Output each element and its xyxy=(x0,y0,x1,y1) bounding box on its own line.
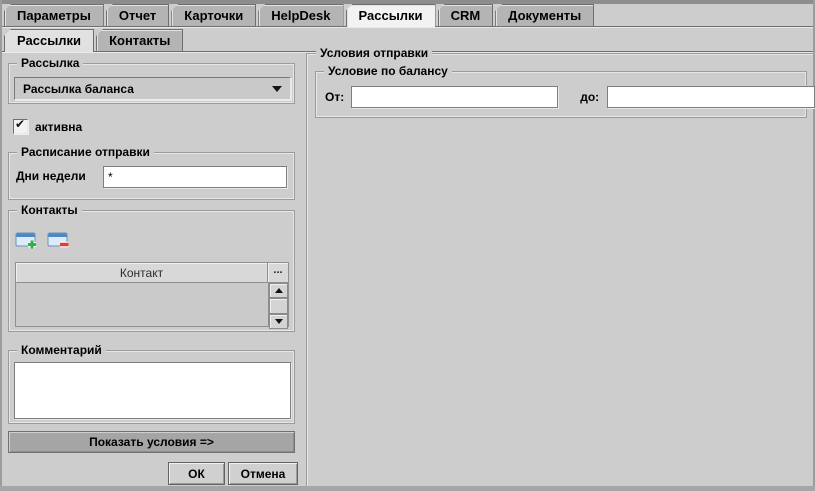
window-frame-bottom xyxy=(0,486,815,491)
mailing-combobox[interactable]: Рассылка баланса xyxy=(14,77,291,100)
contacts-table-body xyxy=(16,283,288,326)
comment-textarea[interactable] xyxy=(14,362,291,419)
window-frame-left xyxy=(0,0,2,491)
mailing-group: Рассылка Рассылка баланса xyxy=(8,63,295,104)
tab-helpdesk[interactable]: HelpDesk xyxy=(258,4,343,26)
scroll-up-button[interactable] xyxy=(269,283,288,298)
balance-range-row: От: до: xyxy=(325,86,798,108)
tab-kartochki[interactable]: Карточки xyxy=(171,4,256,26)
balance-condition-group: Условие по балансу От: до: xyxy=(315,71,807,118)
checkmark-icon: ✔ xyxy=(15,117,25,131)
tab-otchet[interactable]: Отчет xyxy=(106,4,169,26)
schedule-group-title: Расписание отправки xyxy=(17,145,154,160)
from-label: От: xyxy=(325,90,344,104)
send-conditions-title: Условия отправки xyxy=(316,46,432,61)
scroll-down-button[interactable] xyxy=(269,314,288,329)
contacts-group-title: Контакты xyxy=(17,203,82,218)
chevron-down-icon xyxy=(272,86,282,92)
mailing-combobox-value: Рассылка баланса xyxy=(23,82,134,96)
add-contact-button[interactable] xyxy=(14,230,40,252)
triangle-down-icon xyxy=(275,319,283,324)
remove-contact-button[interactable] xyxy=(46,230,72,252)
mailing-group-title: Рассылка xyxy=(17,56,83,71)
contacts-table: Контакт ... xyxy=(15,262,289,327)
active-checkbox-row: ✔ активна xyxy=(13,119,82,134)
active-checkbox-label: активна xyxy=(35,120,82,134)
window-add-icon xyxy=(15,230,39,252)
weekdays-label: Дни недели xyxy=(16,169,86,183)
weekdays-input[interactable] xyxy=(103,166,287,188)
contact-column-header[interactable]: Контакт xyxy=(16,263,268,283)
balance-to-input[interactable] xyxy=(607,86,815,108)
contacts-table-rows[interactable] xyxy=(16,283,268,326)
cancel-button[interactable]: Отмена xyxy=(228,462,298,485)
balance-condition-title: Условие по балансу xyxy=(324,64,452,79)
scrollbar-thumb[interactable] xyxy=(269,298,288,314)
show-conditions-button[interactable]: Показать условия => xyxy=(8,431,295,453)
to-label: до: xyxy=(580,90,599,104)
tab-dokumenty[interactable]: Документы xyxy=(495,4,594,26)
tab-parametry[interactable]: Параметры xyxy=(4,4,104,26)
triangle-up-icon xyxy=(275,288,283,293)
subtab-kontakty[interactable]: Контакты xyxy=(96,29,183,51)
schedule-group: Расписание отправки Дни недели xyxy=(8,152,295,200)
column-options-button[interactable]: ... xyxy=(268,263,288,283)
primary-tabbar: Параметры Отчет Карточки HelpDesk Рассыл… xyxy=(2,4,813,27)
contacts-scrollbar xyxy=(268,283,288,326)
window-remove-icon xyxy=(47,230,71,252)
ok-button[interactable]: ОК xyxy=(168,462,225,485)
comment-group-title: Комментарий xyxy=(17,343,106,358)
comment-group: Комментарий xyxy=(8,350,295,424)
contacts-table-header: Контакт ... xyxy=(16,263,288,283)
active-checkbox[interactable]: ✔ xyxy=(13,119,28,134)
balance-from-input[interactable] xyxy=(351,86,558,108)
mailing-settings-window: Параметры Отчет Карточки HelpDesk Рассыл… xyxy=(0,0,815,491)
contacts-group: Контакты Контакт ... xyxy=(8,210,295,332)
send-conditions-group: Условия отправки Условие по балансу От: … xyxy=(306,53,813,486)
subtab-rassylki[interactable]: Рассылки xyxy=(4,29,94,52)
tab-crm[interactable]: CRM xyxy=(438,4,494,26)
tab-rassylki[interactable]: Рассылки xyxy=(346,4,436,27)
